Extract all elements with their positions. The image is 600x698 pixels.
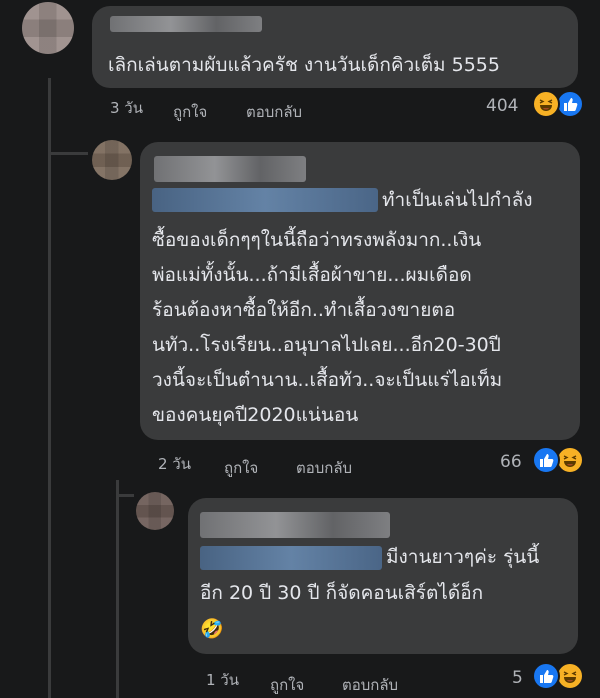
avatar[interactable] [136, 492, 174, 530]
comment-text-line: นทัว..โรงเรียน..อนุบาลไปเลย...อีก20-30ปี [152, 334, 501, 356]
like-link[interactable]: ถูกใจ [173, 100, 207, 124]
blurred-mention [152, 188, 378, 212]
thread-line [48, 152, 88, 155]
comment-text-line: ทำเป็นเล่นไปกำลัง [382, 189, 533, 211]
blurred-author-name [154, 156, 306, 182]
blurred-mention [200, 546, 382, 570]
reply-link[interactable]: ตอบกลับ [342, 673, 398, 697]
comment-text-line: มีงานยาวๆค่ะ รุ่นนี้ [386, 546, 540, 568]
haha-icon[interactable] [556, 446, 584, 474]
haha-icon[interactable] [532, 90, 560, 118]
like-link[interactable]: ถูกใจ [224, 456, 258, 480]
reply-link[interactable]: ตอบกลับ [296, 456, 352, 480]
comment-time[interactable]: 2 วัน [158, 452, 191, 476]
thread-line [116, 494, 134, 497]
reaction-count[interactable]: 404 [486, 96, 518, 116]
reaction-count[interactable]: 66 [500, 452, 522, 472]
blurred-author-name [200, 512, 390, 538]
thread-line [116, 480, 119, 698]
comment-bubble: มีงานยาวๆค่ะ รุ่นนี้ อีก 20 ปี 30 ปี ก็จ… [188, 498, 578, 654]
like-link[interactable]: ถูกใจ [270, 673, 304, 697]
comment-text-line: ซื้อของเด็กๆๆในนี้ถือว่าทรงพลังมาก..เงิน [152, 229, 482, 251]
comment-text: เลิกเล่นตามผับแล้วครัช งานวันเด็กคิวเต็ม… [108, 54, 500, 76]
haha-icon[interactable] [556, 662, 584, 690]
thread-line [48, 78, 51, 698]
comment-bubble: ทำเป็นเล่นไปกำลัง ซื้อของเด็กๆๆในนี้ถือว… [140, 142, 580, 440]
comment-bubble: เลิกเล่นตามผับแล้วครัช งานวันเด็กคิวเต็ม… [92, 6, 578, 88]
comment-text-line: พ่อแม่ทั้งนั้น...ถ้ามีเสื้อผ้าขาย...ผมเด… [152, 264, 472, 286]
reply-link[interactable]: ตอบกลับ [246, 100, 302, 124]
comment-time[interactable]: 3 วัน [110, 96, 143, 120]
rofl-emoji: 🤣 [200, 618, 224, 640]
comment-text-line: อีก 20 ปี 30 ปี ก็จัดคอนเสิร์ตได้อ็ก [200, 582, 484, 604]
avatar[interactable] [22, 2, 74, 54]
like-icon[interactable] [556, 90, 584, 118]
blurred-author-name [110, 16, 262, 32]
comment-text-line: วงนี้จะเป็นตำนาน..เสื้อทัว..จะเป็นแร่ไอเ… [152, 369, 503, 391]
like-icon[interactable] [532, 662, 560, 690]
like-icon[interactable] [532, 446, 560, 474]
comment-text-line: ของคนยุคปี2020แน่นอน [152, 404, 359, 426]
comment-time[interactable]: 1 วัน [206, 668, 239, 692]
avatar[interactable] [92, 140, 132, 180]
reaction-count[interactable]: 5 [512, 668, 523, 688]
comment-text-line: ร้อนต้องหาซื้อให้อีก..ทำเสื้อวงขายตอ [152, 299, 456, 321]
